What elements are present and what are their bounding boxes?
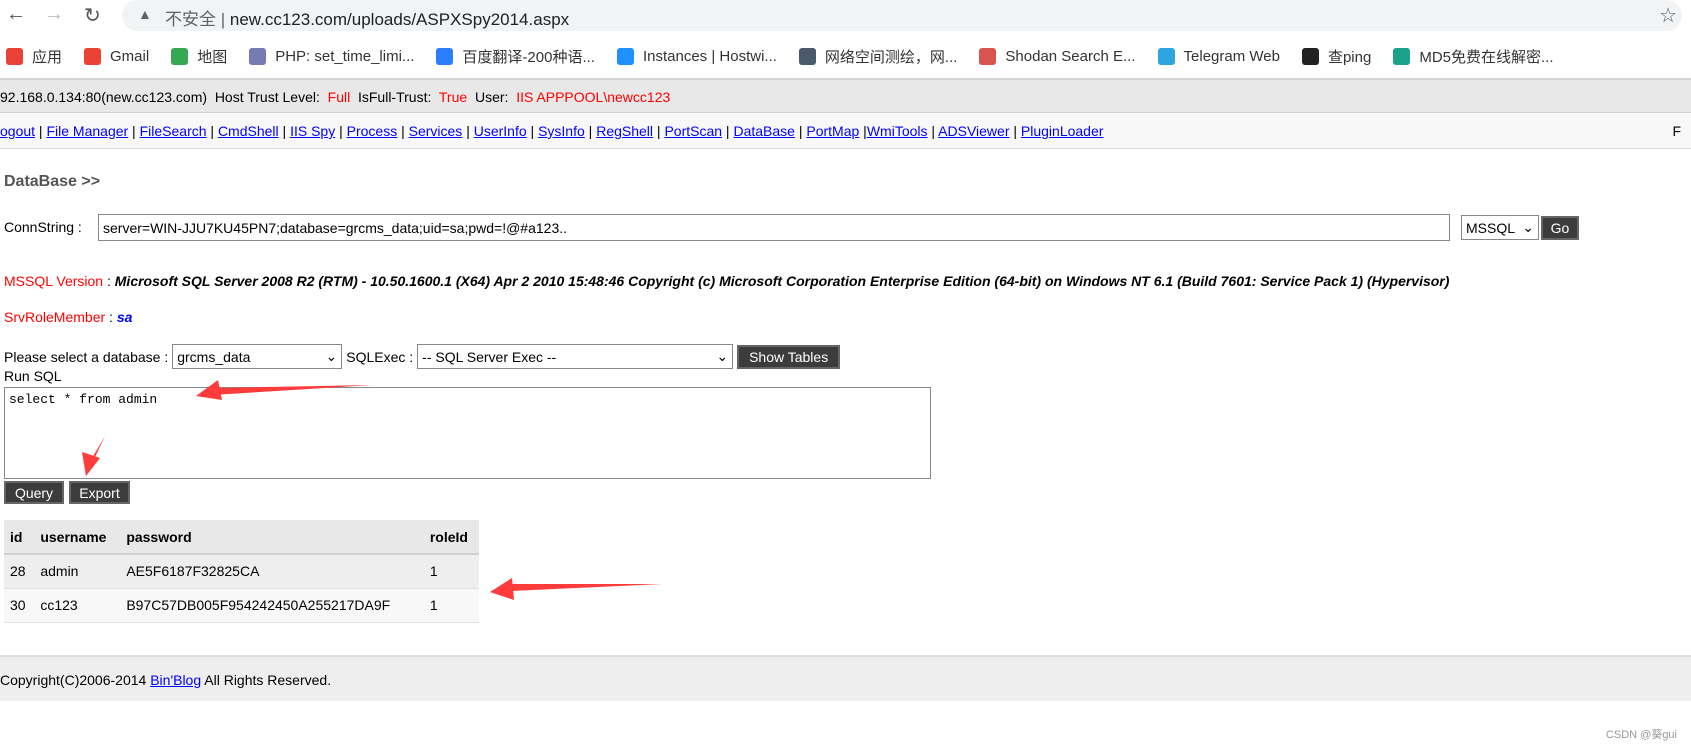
red-arrow (490, 584, 662, 592)
red-arrow (490, 578, 514, 600)
red-arrow (196, 380, 222, 400)
red-arrow (196, 385, 372, 396)
red-arrow (82, 452, 100, 476)
annotation-arrows (82, 380, 662, 600)
